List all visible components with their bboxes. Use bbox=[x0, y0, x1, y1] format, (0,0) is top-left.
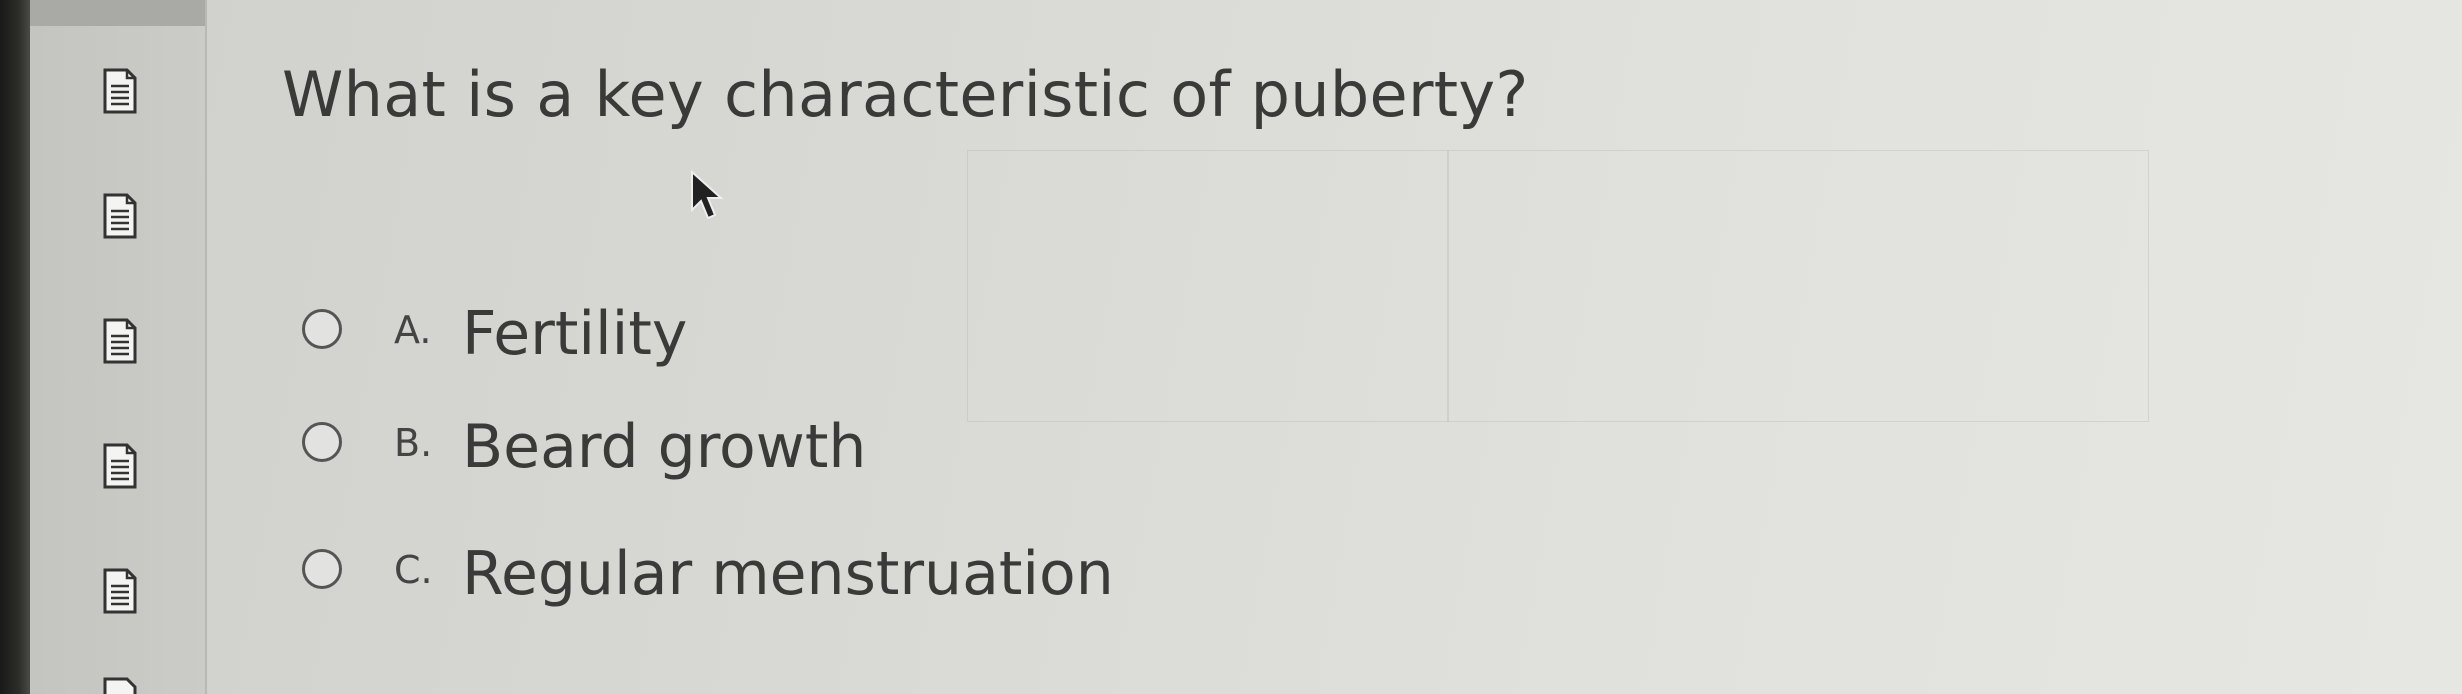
option-letter: C. bbox=[394, 548, 433, 592]
question-panel: What is a key characteristic of puberty?… bbox=[207, 0, 2462, 694]
sidebar bbox=[30, 0, 207, 694]
sidebar-item-page-6-partial[interactable] bbox=[30, 665, 205, 694]
option-label: Beard growth bbox=[462, 412, 867, 482]
document-icon bbox=[103, 318, 137, 364]
document-icon bbox=[103, 68, 137, 114]
sidebar-item-page-5[interactable] bbox=[30, 540, 205, 630]
document-icon bbox=[103, 443, 137, 489]
sidebar-header-strip bbox=[30, 0, 205, 26]
sidebar-item-page-1[interactable] bbox=[30, 40, 205, 130]
screen-bezel bbox=[0, 0, 30, 694]
option-label: Fertility bbox=[462, 299, 688, 369]
background-texture bbox=[1447, 150, 2149, 422]
document-icon bbox=[103, 568, 137, 614]
radio-button[interactable] bbox=[302, 422, 342, 462]
option-c[interactable]: C. Regular menstruation bbox=[302, 539, 1202, 625]
sidebar-item-page-3[interactable] bbox=[30, 290, 205, 380]
question-text: What is a key characteristic of puberty? bbox=[282, 58, 1529, 131]
radio-button[interactable] bbox=[302, 549, 342, 589]
radio-button[interactable] bbox=[302, 309, 342, 349]
option-letter: A. bbox=[394, 308, 432, 352]
option-label: Regular menstruation bbox=[462, 539, 1114, 609]
option-letter: B. bbox=[394, 421, 433, 465]
sidebar-item-page-4[interactable] bbox=[30, 415, 205, 505]
option-a[interactable]: A. Fertility bbox=[302, 299, 1202, 385]
mouse-cursor-icon bbox=[691, 170, 724, 220]
option-b[interactable]: B. Beard growth bbox=[302, 412, 1202, 498]
sidebar-item-page-2[interactable] bbox=[30, 165, 205, 255]
document-icon bbox=[103, 677, 137, 694]
document-icon bbox=[103, 193, 137, 239]
